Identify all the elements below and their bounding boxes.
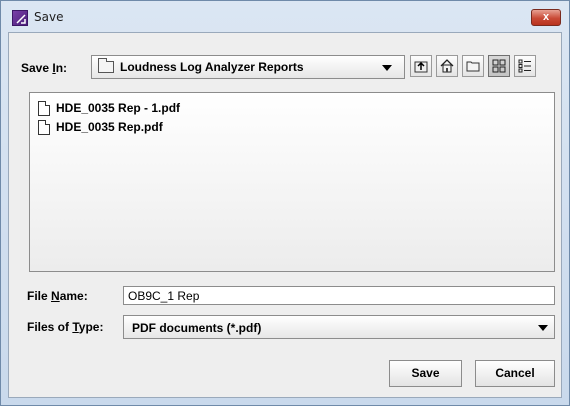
details-view-button[interactable] xyxy=(514,55,536,77)
up-folder-icon xyxy=(414,61,428,73)
up-one-level-button[interactable] xyxy=(410,55,432,77)
app-icon xyxy=(12,10,28,26)
close-button[interactable]: x xyxy=(531,9,561,26)
file-type-value: PDF documents (*.pdf) xyxy=(132,321,262,335)
list-view-button[interactable] xyxy=(488,55,510,77)
home-icon xyxy=(440,59,454,73)
new-folder-button[interactable] xyxy=(462,55,484,77)
list-view-icon xyxy=(492,59,506,73)
details-view-icon xyxy=(518,59,531,73)
save-in-value: Loudness Log Analyzer Reports xyxy=(120,60,304,74)
title-bar[interactable]: Save x xyxy=(1,1,569,33)
file-type-dropdown[interactable]: PDF documents (*.pdf) xyxy=(123,315,555,339)
file-name-field[interactable] xyxy=(123,286,555,305)
file-type-label: Files of Type: xyxy=(27,320,104,334)
new-folder-icon xyxy=(466,61,480,72)
file-list[interactable]: HDE_0035 Rep - 1.pdf HDE_0035 Rep.pdf xyxy=(29,92,555,272)
list-item[interactable]: HDE_0035 Rep - 1.pdf xyxy=(38,99,180,117)
folder-icon xyxy=(98,58,114,73)
chevron-down-icon xyxy=(382,65,392,71)
dialog-body: Save In: Loudness Log Analyzer Reports H… xyxy=(8,32,562,398)
save-dialog: Save x Save In: Loudness Log Analyzer Re… xyxy=(0,0,570,406)
home-button[interactable] xyxy=(436,55,458,77)
save-in-dropdown[interactable]: Loudness Log Analyzer Reports xyxy=(91,55,405,79)
close-icon: x xyxy=(542,11,550,23)
save-button[interactable]: Save xyxy=(389,360,462,387)
document-icon xyxy=(38,100,50,116)
document-icon xyxy=(38,119,50,135)
save-in-label: Save In: xyxy=(21,61,68,75)
list-item[interactable]: HDE_0035 Rep.pdf xyxy=(38,118,163,136)
cancel-button[interactable]: Cancel xyxy=(475,360,555,387)
chevron-down-icon xyxy=(538,325,548,331)
window-title: Save xyxy=(34,10,64,24)
file-name-label: File Name: xyxy=(27,289,88,303)
